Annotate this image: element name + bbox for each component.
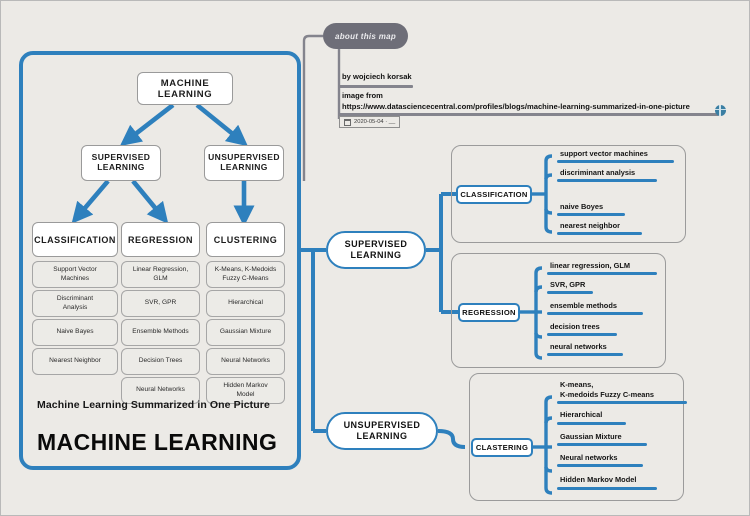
list-item[interactable]: Neural Networks [206,348,285,375]
node-supervised-learning[interactable]: SUPERVISED LEARNING [81,145,161,181]
rleaf-underline [557,487,657,490]
source-url[interactable]: https://www.datasciencecentral.com/profi… [342,102,690,112]
rleaf-underline [557,160,674,163]
leaf-line-1: Support Vector [53,266,97,274]
node-supervised-learning-right[interactable]: SUPERVISED LEARNING [326,231,426,269]
rleaf-label[interactable]: discriminant analysis [560,168,635,178]
rleaf-label[interactable]: Neural networks [560,453,618,463]
leaf-line-1: Nearest Neighbor [49,357,101,365]
rleaf-label[interactable]: nearest neighbor [560,221,620,231]
date-chip[interactable]: 2020-05-04 · __ [339,116,401,128]
rleaf-underline [557,232,642,235]
rleaf-underline [557,213,625,216]
rleaf-underline [547,291,593,294]
rleaf-line-2: K-medoids Fuzzy C-means [560,389,655,399]
node-classification[interactable]: CLASSIFICATION [32,222,118,257]
rleaf-underline [557,443,647,446]
rleaf-label[interactable]: decision trees [550,322,600,332]
list-item[interactable]: Discriminant Analysis [32,290,118,317]
list-item[interactable]: Decision Trees [121,348,200,375]
rleaf-label[interactable]: support vector machines [560,149,648,159]
supervised-line-2: LEARNING [97,162,145,172]
rleaf-label[interactable]: naive Boyes [560,202,603,212]
supervised-line-1: SUPERVISED [91,152,151,163]
globe-icon [715,105,726,116]
calendar-icon [344,118,351,126]
tag-clastering[interactable]: CLASTERING [471,438,533,457]
leaf-line-1: Hidden Markov [223,382,268,390]
about-this-map-pill[interactable]: about this map [323,23,408,49]
leaf-line-1: Decision Trees [138,357,183,365]
rleaf-label[interactable]: K-means, K-medoids Fuzzy C-means [560,380,654,399]
node-clustering[interactable]: CLUSTERING [206,222,285,257]
leaf-line-1: Linear Regression, [132,266,189,274]
supervised-right-line-2: LEARNING [350,250,402,260]
tag-regression[interactable]: REGRESSION [458,303,520,322]
list-item[interactable]: Linear Regression, GLM [121,261,200,288]
node-regression[interactable]: REGRESSION [121,222,200,257]
rleaf-underline [557,401,687,404]
list-item[interactable]: K-Means, K-Medoids Fuzzy C-Means [206,261,285,288]
rleaf-label[interactable]: linear regression, GLM [550,261,630,271]
unsupervised-line-2: LEARNING [220,162,268,172]
rleaf-label[interactable]: ensemble methods [550,301,617,311]
author-underline [339,85,413,88]
unsupervised-right-line-2: LEARNING [356,431,408,441]
mindmap-canvas: MACHINE LEARNING SUPERVISED LEARNING UNS… [0,0,750,516]
leaf-line-1: Hierarchical [228,299,263,307]
rleaf-underline [547,312,643,315]
leaf-line-2: GLM [153,274,168,282]
node-unsupervised-learning-right[interactable]: UNSUPERVISED LEARNING [326,412,438,450]
rleaf-underline [547,353,623,356]
rleaf-underline [547,333,617,336]
leaf-line-1: Naive Bayes [56,328,94,336]
leaf-line-1: Ensemble Methods [132,328,189,336]
leaf-line-1: SVR, GPR [144,299,177,307]
rleaf-underline [557,179,657,182]
list-item[interactable]: Gaussian Mixture [206,319,285,346]
rleaf-label[interactable]: Hidden Markov Model [560,475,636,485]
leaf-line-1: Neural Networks [221,357,270,365]
list-item[interactable]: Support Vector Machines [32,261,118,288]
node-unsupervised-learning[interactable]: UNSUPERVISED LEARNING [204,145,284,181]
rleaf-underline [547,272,657,275]
list-item[interactable]: Naive Bayes [32,319,118,346]
tag-classification[interactable]: CLASSIFICATION [456,185,532,204]
list-item[interactable]: Nearest Neighbor [32,348,118,375]
image-from-label: image from [342,91,383,100]
rleaf-label[interactable]: Gaussian Mixture [560,432,622,442]
rleaf-line-1: K-means, [560,380,594,389]
leaf-line-2: Analysis [62,303,88,311]
unsupervised-right-line-1: UNSUPERVISED [343,419,421,430]
list-item[interactable]: SVR, GPR [121,290,200,317]
left-panel-subtitle: Machine Learning Summarized in One Pictu… [37,399,270,411]
leaf-line-1: K-Means, K-Medoids [214,266,277,274]
rleaf-underline [557,464,643,467]
node-machine-learning[interactable]: MACHINE LEARNING [137,72,233,105]
rleaf-label[interactable]: Hierarchical [560,410,602,420]
list-item[interactable]: Hierarchical [206,290,285,317]
rleaf-label[interactable]: SVR, GPR [550,280,585,290]
leaf-line-1: Discriminant [56,295,94,303]
left-panel-title: MACHINE LEARNING [37,429,278,455]
leaf-line-2: Model [236,390,255,398]
author-text: by wojciech korsak [342,72,412,81]
unsupervised-line-1: UNSUPERVISED [208,152,280,163]
leaf-line-1: Neural Networks [136,386,185,394]
leaf-line-1: Gaussian Mixture [219,328,272,336]
rleaf-label[interactable]: neural networks [550,342,607,352]
list-item[interactable]: Ensemble Methods [121,319,200,346]
supervised-right-line-1: SUPERVISED [344,238,408,249]
rleaf-underline [557,422,626,425]
leaf-line-2: Machines [60,274,90,282]
date-text: 2020-05-04 · __ [354,119,396,125]
leaf-line-2: Fuzzy C-Means [222,274,269,282]
